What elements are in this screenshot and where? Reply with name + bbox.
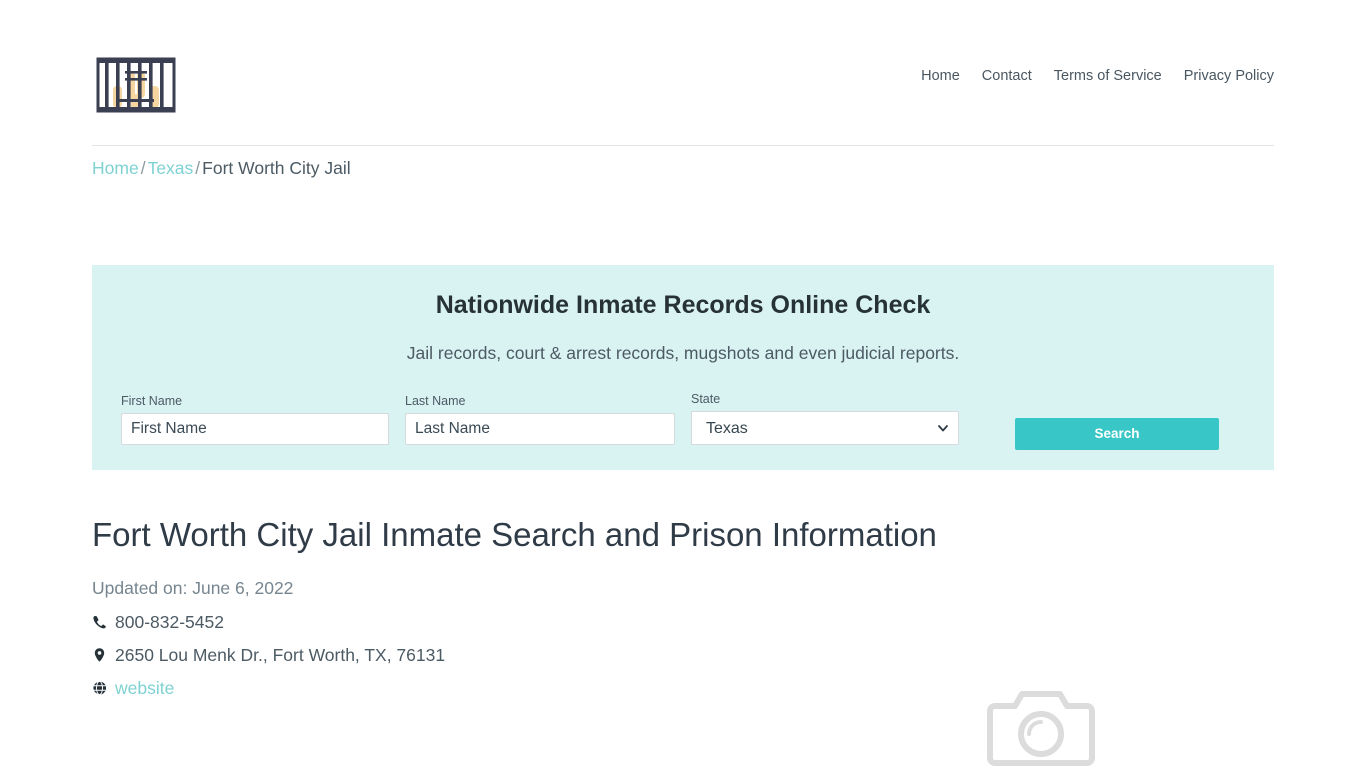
last-name-input[interactable]: [405, 413, 675, 445]
first-name-label: First Name: [121, 394, 183, 408]
main-nav: Home Contact Terms of Service Privacy Po…: [921, 66, 1274, 86]
breadcrumb-separator-2: /: [195, 158, 201, 178]
photo-placeholder: [985, 684, 1097, 768]
state-label: State: [691, 392, 721, 406]
search-button[interactable]: Search: [1015, 418, 1219, 450]
globe-icon: [92, 680, 107, 696]
last-name-field-group: Last Name: [405, 393, 675, 445]
jail-bars-logo-icon: [96, 57, 176, 113]
address-text: 2650 Lou Menk Dr., Fort Worth, TX, 76131: [115, 645, 446, 665]
phone-icon: [93, 616, 106, 629]
search-panel-title: Nationwide Inmate Records Online Check: [435, 291, 931, 319]
state-select[interactable]: Texas: [691, 411, 959, 445]
header-divider: [92, 145, 1274, 146]
phone-number: 800-832-5452: [115, 612, 224, 632]
page-root: Home Contact Terms of Service Privacy Po…: [0, 0, 1366, 768]
website-link[interactable]: website: [115, 676, 174, 700]
map-pin-icon: [94, 648, 105, 662]
phone-line: 800-832-5452: [92, 610, 224, 634]
breadcrumb-item-texas[interactable]: Texas: [148, 158, 194, 178]
state-field-group: State Texas: [691, 391, 959, 445]
search-panel-subtitle: Jail records, court & arrest records, mu…: [406, 343, 960, 363]
page-title: Fort Worth City Jail Inmate Search and P…: [92, 516, 937, 553]
address-line: 2650 Lou Menk Dr., Fort Worth, TX, 76131: [92, 643, 445, 667]
site-header: Home Contact Terms of Service Privacy Po…: [0, 0, 1366, 146]
last-name-label: Last Name: [405, 394, 466, 408]
inmate-search-panel: Nationwide Inmate Records Online Check J…: [92, 265, 1274, 470]
website-line: website: [92, 676, 174, 700]
first-name-input[interactable]: [121, 413, 389, 445]
nav-item-home[interactable]: Home: [921, 66, 960, 86]
nav-item-contact[interactable]: Contact: [982, 66, 1032, 86]
header-inner: Home Contact Terms of Service Privacy Po…: [92, 0, 1274, 145]
camera-icon: [987, 691, 1095, 766]
updated-on-text: Updated on: June 6, 2022: [92, 578, 294, 598]
breadcrumb-item-home[interactable]: Home: [92, 158, 139, 178]
first-name-field-group: First Name: [121, 393, 389, 445]
nav-item-terms-of-service[interactable]: Terms of Service: [1054, 66, 1162, 86]
breadcrumb: Home / Texas / Fort Worth City Jail: [92, 156, 351, 180]
breadcrumb-item-current: Fort Worth City Jail: [202, 158, 351, 178]
jail-bars-logo[interactable]: [96, 54, 176, 116]
state-select-wrap: Texas: [691, 411, 959, 445]
breadcrumb-separator-1: /: [140, 158, 146, 178]
nav-item-privacy-policy[interactable]: Privacy Policy: [1184, 66, 1274, 86]
